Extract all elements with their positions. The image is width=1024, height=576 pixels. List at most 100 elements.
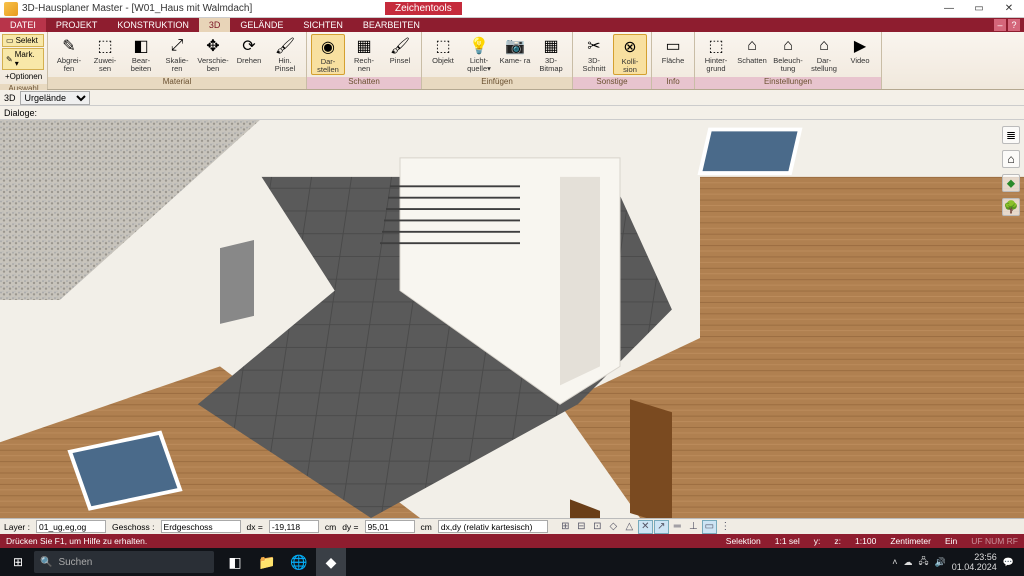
mode-label: 3D bbox=[4, 93, 16, 103]
kamera-button[interactable]: 📷Kame- ra bbox=[498, 34, 532, 65]
hintergrund-button[interactable]: ⬚Hinter- grund bbox=[699, 34, 733, 73]
drehen-button[interactable]: ⟳Drehen bbox=[232, 34, 266, 65]
volume-icon[interactable]: 🔊 bbox=[935, 557, 946, 568]
layer-select[interactable]: Urgelände bbox=[20, 91, 90, 105]
tree-orange-icon[interactable]: 🌳 bbox=[1002, 198, 1020, 216]
ribbon-help-icon[interactable]: ? bbox=[1008, 19, 1020, 31]
app-running-icon[interactable]: ◆ bbox=[316, 548, 346, 576]
status-ein: Ein bbox=[945, 536, 957, 546]
darstellung-button[interactable]: ⌂Dar- stellung bbox=[807, 34, 841, 73]
tab-konstruktion[interactable]: KONSTRUKTION bbox=[107, 18, 199, 32]
snap3-icon[interactable]: ⊡ bbox=[590, 520, 605, 534]
chrome-icon[interactable]: 🌐 bbox=[284, 548, 314, 576]
pinsel-button[interactable]: 🖌Pinsel bbox=[383, 34, 417, 65]
snap8-icon[interactable]: ═ bbox=[670, 520, 685, 534]
viewport-side-tools: ≣ ⌂ ⬥ 🌳 bbox=[1002, 126, 1020, 216]
schatten2-button[interactable]: ⌂Schatten bbox=[735, 34, 769, 65]
snap1-icon[interactable]: ⊞ bbox=[558, 520, 573, 534]
3d-viewport[interactable]: ≣ ⌂ ⬥ 🌳 bbox=[0, 120, 1024, 518]
objekt-button[interactable]: ⬚Objekt bbox=[426, 34, 460, 65]
ribbon-group-info: ▭Fläche Info bbox=[652, 32, 695, 89]
taskbar-search[interactable]: 🔍 Suchen bbox=[34, 551, 214, 573]
cloud-icon[interactable]: ☁ bbox=[903, 557, 912, 568]
verschieben-button[interactable]: ✥Verschie- ben bbox=[196, 34, 230, 73]
lichtquelle-button[interactable]: 💡Licht- quelle▾ bbox=[462, 34, 496, 73]
status-help: Drücken Sie F1, um Hilfe zu erhalten. bbox=[6, 536, 147, 546]
bottom-tool-icons: ⊞ ⊟ ⊡ ◇ △ ✕ ↗ ═ ⊥ ▭ ⋮ bbox=[558, 520, 733, 534]
windows-taskbar: ⊞ 🔍 Suchen ◧ 📁 🌐 ◆ ˄ ☁ 🖧 🔊 23:5601.04.20… bbox=[0, 548, 1024, 576]
window-buttons: — ▭ ✕ bbox=[934, 0, 1024, 18]
notification-icon[interactable]: 💬 bbox=[1003, 557, 1014, 568]
selekt-button[interactable]: ▭ Selekt bbox=[2, 34, 44, 47]
snap4-icon[interactable]: ◇ bbox=[606, 520, 621, 534]
system-tray: ˄ ☁ 🖧 🔊 23:5601.04.2024 💬 bbox=[892, 552, 1020, 572]
geschoss-input[interactable] bbox=[161, 520, 241, 533]
background-icon: ⬚ bbox=[706, 36, 726, 56]
dy-input[interactable] bbox=[365, 520, 415, 533]
status-z: z: bbox=[834, 536, 841, 546]
bearbeiten-button[interactable]: ◧Bear- beiten bbox=[124, 34, 158, 73]
drawtools-tab[interactable]: Zeichentools bbox=[385, 2, 462, 15]
skalieren-button[interactable]: ⤢Skalie- ren bbox=[160, 34, 194, 73]
taskbar-clock[interactable]: 23:5601.04.2024 bbox=[952, 552, 997, 572]
layers-icon[interactable]: ≣ bbox=[1002, 126, 1020, 144]
dx-label: dx = bbox=[247, 522, 263, 532]
snap9-icon[interactable]: ⊥ bbox=[686, 520, 701, 534]
network-icon[interactable]: 🖧 bbox=[918, 554, 928, 570]
snap6-icon[interactable]: ✕ bbox=[638, 520, 653, 534]
model-icon[interactable]: ⌂ bbox=[1002, 150, 1020, 168]
search-placeholder: Suchen bbox=[58, 557, 92, 568]
video-button[interactable]: ▶Video bbox=[843, 34, 877, 65]
snap10-icon[interactable]: ▭ bbox=[702, 520, 717, 534]
abgreifen-button[interactable]: ✎Abgrei- fen bbox=[52, 34, 86, 73]
ribbon-group-material: ✎Abgrei- fen ⬚Zuwei- sen ◧Bear- beiten ⤢… bbox=[48, 32, 307, 89]
tab-projekt[interactable]: PROJEKT bbox=[46, 18, 108, 32]
close-button[interactable]: ✕ bbox=[994, 0, 1024, 18]
unit1: cm bbox=[325, 522, 336, 532]
tab-sichten[interactable]: SICHTEN bbox=[293, 18, 353, 32]
camera-icon: 📷 bbox=[505, 36, 525, 56]
dy-label: dy = bbox=[342, 522, 358, 532]
kollision-button[interactable]: ⊗Kolli- sion bbox=[613, 34, 647, 75]
bitmap-button[interactable]: ▦3D- Bitmap bbox=[534, 34, 568, 73]
optionen-button[interactable]: +Optionen bbox=[2, 71, 45, 82]
tab-datei[interactable]: DATEI bbox=[0, 18, 46, 32]
ribbon-minimize-icon[interactable]: – bbox=[994, 19, 1006, 31]
dx-input[interactable] bbox=[269, 520, 319, 533]
hinpinsel-button[interactable]: 🖌Hin. Pinsel bbox=[268, 34, 302, 73]
start-button[interactable]: ⊞ bbox=[4, 548, 32, 576]
window-title: 3D-Hausplaner Master - [W01_Haus mit Wal… bbox=[22, 3, 252, 14]
beleuchtung-button[interactable]: ⌂Beleuch- tung bbox=[771, 34, 805, 73]
explorer-icon[interactable]: 📁 bbox=[252, 548, 282, 576]
rechnen-button[interactable]: ▦Rech- nen bbox=[347, 34, 381, 73]
snap2-icon[interactable]: ⊟ bbox=[574, 520, 589, 534]
schnitt-button[interactable]: ✂3D- Schnitt bbox=[577, 34, 611, 73]
darstellen-button[interactable]: ◉Dar- stellen bbox=[311, 34, 345, 75]
flaeche-button[interactable]: ▭Fläche bbox=[656, 34, 690, 65]
snap5-icon[interactable]: △ bbox=[622, 520, 637, 534]
minimize-button[interactable]: — bbox=[934, 0, 964, 18]
ribbon-tabs: DATEI PROJEKT KONSTRUKTION 3D GELÄNDE SI… bbox=[0, 18, 1024, 32]
ribbon: ▭ Selekt ✎ Mark. ▾ +Optionen Auswahl ✎Ab… bbox=[0, 32, 1024, 90]
snap7-icon[interactable]: ↗ bbox=[654, 520, 669, 534]
lighting-icon: ⌂ bbox=[778, 36, 798, 56]
scale-icon: ⤢ bbox=[167, 36, 187, 56]
taskview-icon[interactable]: ◧ bbox=[220, 548, 250, 576]
snap11-icon[interactable]: ⋮ bbox=[718, 520, 733, 534]
coord-mode-input[interactable] bbox=[438, 520, 548, 533]
tab-bearbeiten[interactable]: BEARBEITEN bbox=[353, 18, 430, 32]
ribbon-group-einfuegen: ⬚Objekt 💡Licht- quelle▾ 📷Kame- ra ▦3D- B… bbox=[422, 32, 573, 89]
brush-icon: 🖌 bbox=[275, 36, 295, 56]
ribbon-group-einstellungen: ⬚Hinter- grund ⌂Schatten ⌂Beleuch- tung … bbox=[695, 32, 882, 89]
tab-gelaende[interactable]: GELÄNDE bbox=[230, 18, 293, 32]
layer-label: Layer : bbox=[4, 522, 30, 532]
layer-input[interactable] bbox=[36, 520, 106, 533]
display2-icon: ⌂ bbox=[814, 36, 834, 56]
zuweisen-button[interactable]: ⬚Zuwei- sen bbox=[88, 34, 122, 73]
tree-green-icon[interactable]: ⬥ bbox=[1002, 174, 1020, 192]
maximize-button[interactable]: ▭ bbox=[964, 0, 994, 18]
object-icon: ⬚ bbox=[433, 36, 453, 56]
mark-button[interactable]: ✎ Mark. ▾ bbox=[2, 48, 44, 70]
tray-up-icon[interactable]: ˄ bbox=[892, 557, 897, 567]
tab-3d[interactable]: 3D bbox=[199, 18, 231, 32]
